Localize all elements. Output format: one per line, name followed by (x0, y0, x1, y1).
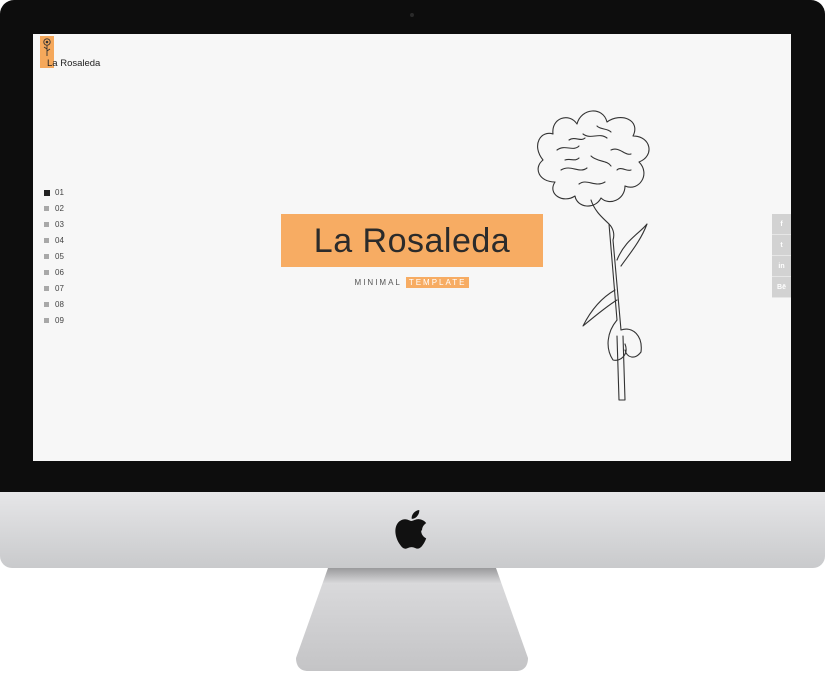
slide-dot (44, 317, 49, 323)
slide-dot (44, 206, 49, 212)
flower-logo-icon (43, 38, 51, 56)
slide-nav-label: 05 (55, 252, 64, 261)
facebook-icon[interactable]: f (772, 214, 791, 235)
behance-icon[interactable]: Bē (772, 277, 791, 298)
twitter-icon[interactable]: t (772, 235, 791, 256)
slide-nav-label: 06 (55, 267, 64, 277)
slide-nav-label: 08 (55, 299, 64, 309)
slide-dot (44, 222, 49, 228)
linkedin-icon[interactable]: in (772, 256, 791, 277)
slide-dot (44, 269, 49, 275)
hero-title: La Rosaleda (313, 222, 511, 260)
hero-title-box: La Rosaleda (281, 214, 543, 267)
slide-nav-label: 04 (55, 236, 64, 246)
slide-nav-item[interactable]: 09 (44, 312, 64, 328)
imac-stand (296, 568, 528, 671)
slide-nav-label: 09 (55, 315, 64, 325)
slide-dot (44, 238, 49, 244)
hero-subtitle: MINIMAL TEMPLATE (281, 277, 543, 288)
logo-text: La Rosaleda (47, 58, 101, 69)
slide-dot (44, 285, 49, 291)
hero-subtitle-plain: MINIMAL (354, 278, 402, 287)
social-links: f t in Bē (772, 214, 791, 298)
slide-nav-item[interactable]: 02 (44, 201, 64, 217)
hero-subtitle-highlight: TEMPLATE (405, 277, 470, 288)
camera-icon (410, 13, 414, 17)
slide-nav-item[interactable]: 01 (43, 185, 64, 201)
slide-nav-item[interactable]: 05 (44, 249, 64, 265)
slide-nav-label: 02 (55, 204, 64, 214)
slide-dot-navigation: 01 02 03 04 05 06 07 08 09 (43, 185, 64, 328)
slide-nav-item[interactable]: 04 (44, 233, 64, 249)
slide-nav-label: 03 (55, 220, 64, 230)
slide-nav-item[interactable]: 03 (44, 217, 64, 233)
slide-dot (44, 301, 49, 307)
imac-chin (0, 492, 825, 568)
carnation-illustration (537, 110, 650, 401)
slide-nav-label: 07 (55, 283, 64, 293)
slide-nav-item[interactable]: 08 (44, 296, 64, 312)
slide-dot (44, 254, 49, 259)
website-screen: La Rosaleda 01 02 03 04 05 06 07 08 09 La Rosale… (33, 34, 791, 461)
slide-nav-item[interactable]: 06 (44, 264, 64, 280)
slide-nav-item[interactable]: 07 (44, 280, 64, 296)
slide-nav-label: 01 (55, 188, 64, 198)
slide-dot-active (43, 189, 50, 196)
apple-logo-icon (395, 510, 427, 549)
